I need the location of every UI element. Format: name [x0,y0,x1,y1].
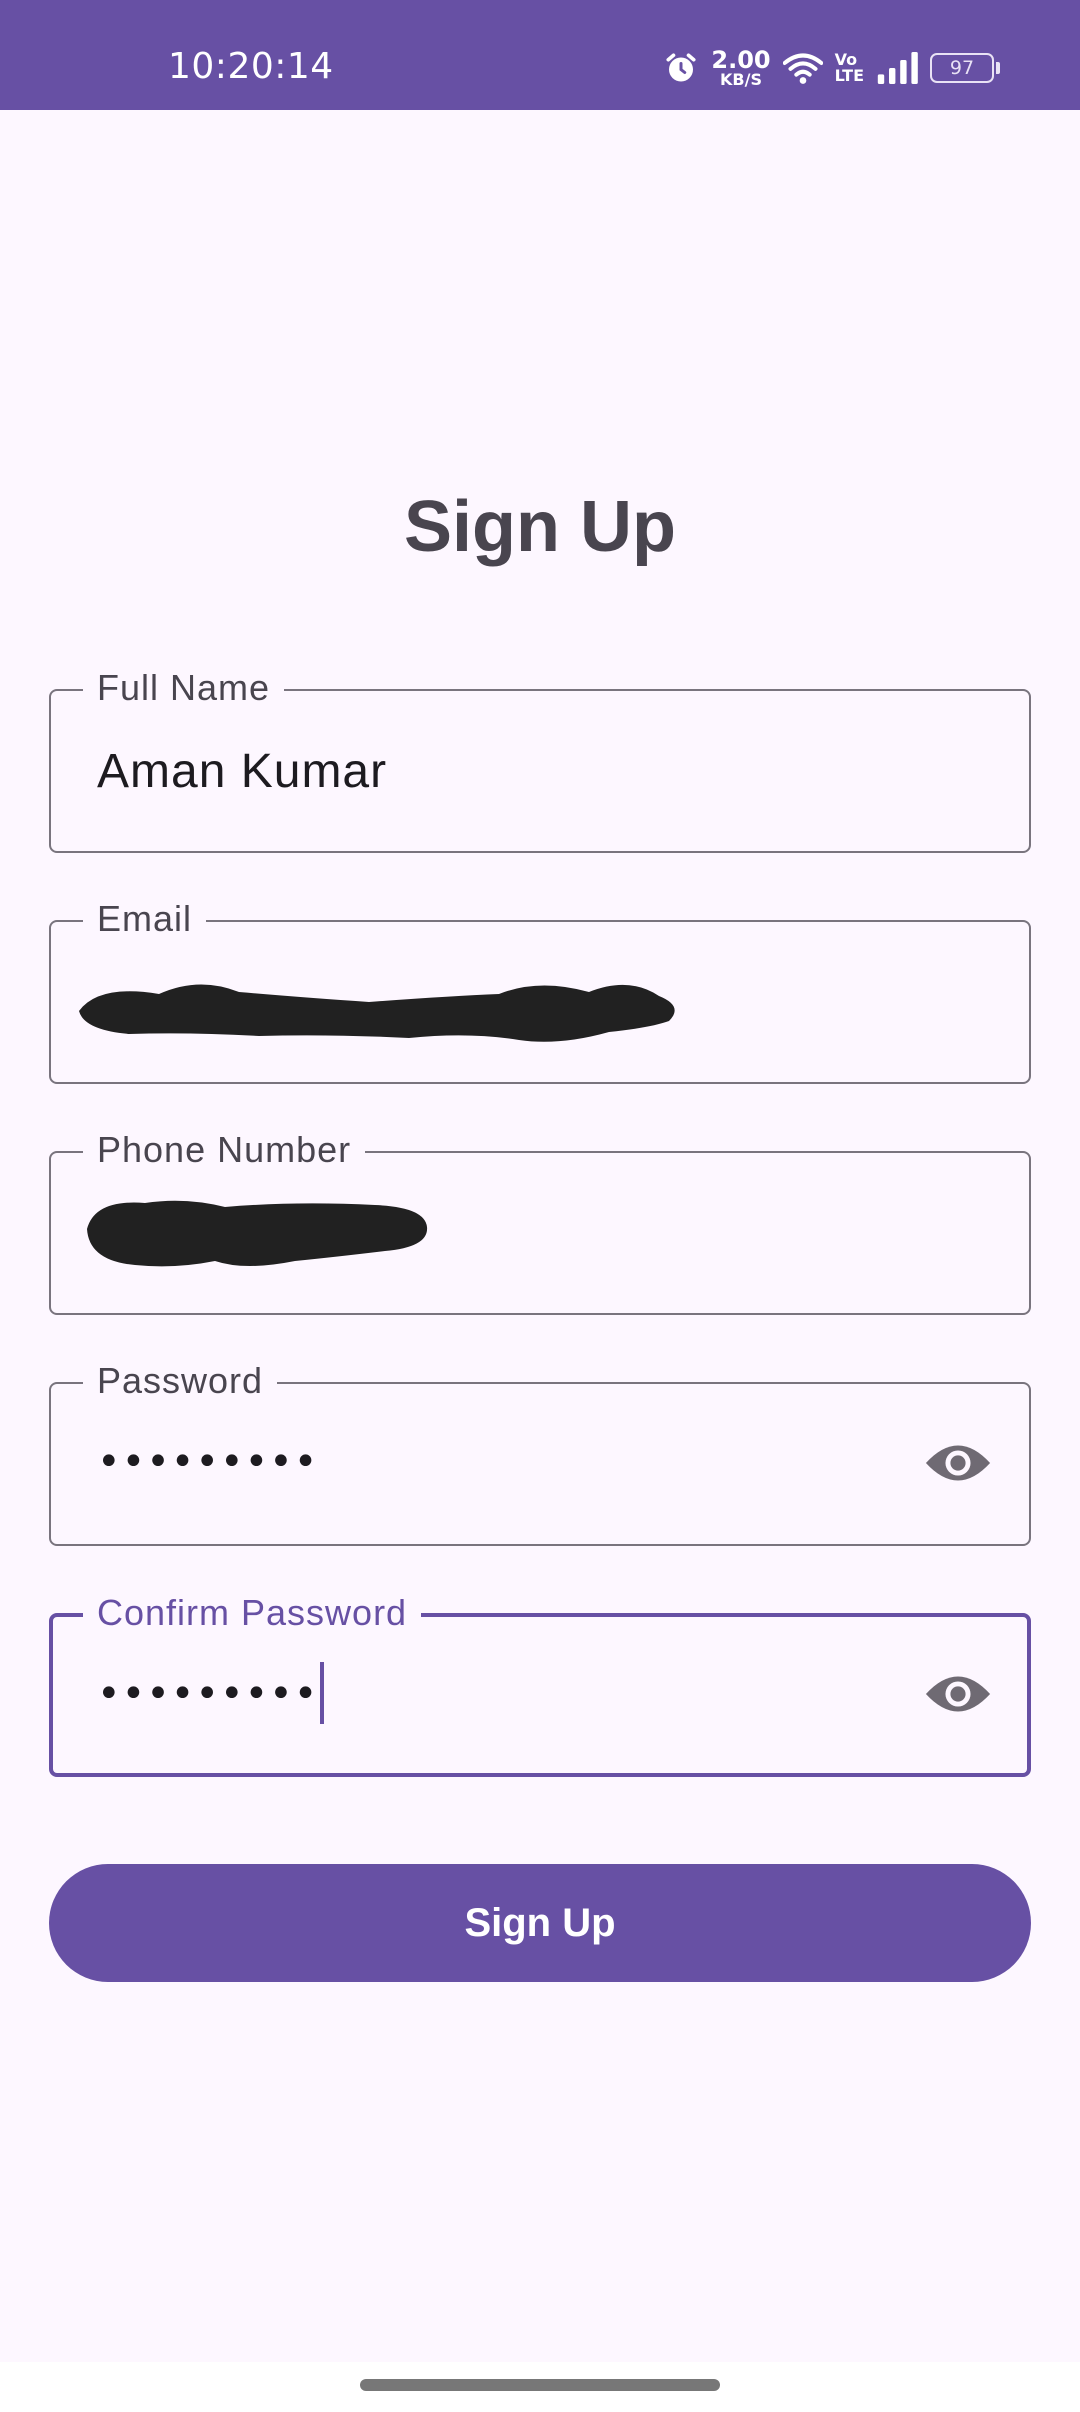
text-cursor [320,1662,325,1724]
net-speed-unit: KB/S [720,70,762,89]
redaction-mark [87,1200,428,1267]
full-name-value: Aman Kumar [97,745,388,798]
volte-bottom: LTE [834,66,864,85]
navigation-bar [0,2362,1080,2412]
status-time: 10:20:14 [168,46,334,87]
page-title: Sign Up [404,487,676,567]
net-speed-value: 2.00 [711,46,771,74]
confirm-password-label: Confirm Password [83,1591,422,1635]
battery-icon: 97 [930,53,1000,83]
confirm-password-value: ••••••••• [97,1671,319,1717]
net-speed: 2.00 KB/S [711,48,770,88]
signal-icon [877,52,918,84]
status-icons: 2.00 KB/S Vo LTE 97 [663,44,1000,92]
eye-icon[interactable] [923,1670,993,1718]
confirm-password-field[interactable]: Confirm Password ••••••••• [49,1591,1031,1777]
full-name-label: Full Name [83,666,285,710]
redaction-mark [79,984,675,1042]
email-field[interactable]: Email [49,897,1031,1084]
phone-number-label: Phone Number [83,1128,366,1172]
battery-level: 97 [949,57,975,79]
alarm-icon [666,53,696,82]
password-value: ••••••••• [97,1439,319,1485]
email-label: Email [83,897,207,941]
password-label: Password [83,1359,278,1403]
confirm-password-input-area: ••••••••• [97,1662,325,1724]
phone-number-field[interactable]: Phone Number [49,1128,1031,1315]
password-field[interactable]: Password ••••••••• [49,1359,1031,1546]
full-name-field[interactable]: Full Name Aman Kumar [49,666,1031,853]
wifi-icon [782,53,823,84]
home-indicator[interactable] [360,2379,720,2391]
eye-icon[interactable] [923,1439,993,1487]
volte-indicator: Vo LTE [835,52,864,84]
sign-up-button[interactable]: Sign Up [49,1864,1031,1982]
status-bar: 10:20:14 2.00 KB/S Vo LTE 97 [0,0,1080,110]
